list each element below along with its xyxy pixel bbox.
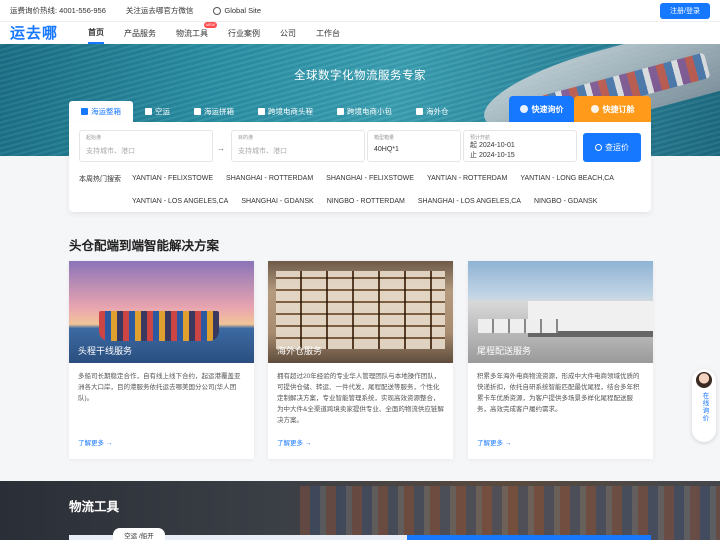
cargo-ship-image: 头程干线服务: [69, 261, 254, 363]
learn-more-link[interactable]: 了解更多 →: [78, 437, 112, 447]
card-description: 多船司长期稳定合作，自有线上线下合约，起运港覆盖亚洲各大口岸，目的港服务依托运去…: [78, 373, 241, 402]
hot-route[interactable]: NINGBO - GDANSK: [529, 196, 602, 207]
destination-port-label: 目的港: [238, 135, 254, 141]
origin-port-field[interactable]: 起始港 支持城市、港口: [79, 130, 213, 162]
tab-label: 海外仓: [426, 107, 449, 116]
card-caption: 尾程配送服务: [477, 346, 532, 356]
origin-port-label: 起始港: [86, 135, 102, 141]
nav-item-workbench[interactable]: 工作台: [316, 22, 340, 44]
container-label: 箱型箱量: [374, 135, 395, 141]
sailing-date-field[interactable]: 预计开航 起 2024-10-01 止 2024-10-15: [463, 130, 577, 162]
logo[interactable]: 运去哪: [10, 22, 58, 43]
card-description: 积累多年海外电商物流资源，形成中大件电商领域优质的快递折扣，依托自研系统智能匹配…: [477, 373, 640, 413]
online-inquiry-widget[interactable]: 在线询价: [692, 369, 716, 442]
global-site-link[interactable]: Global Site: [213, 6, 261, 15]
tab-ecommerce-parcel[interactable]: 跨境电商小包: [325, 101, 404, 122]
wechat-link[interactable]: 关注运去哪官方微信: [126, 5, 194, 16]
solution-card-last-mile[interactable]: 尾程配送服务 积累多年海外电商物流资源，形成中大件电商领域优质的快递折扣，依托自…: [468, 261, 653, 459]
solution-card-first-leg[interactable]: 头程干线服务 多船司长期稳定合作，自有线上线下合约，起运港覆盖亚洲各大口岸，目的…: [69, 261, 254, 459]
destination-port-placeholder: 支持城市、港口: [238, 148, 287, 155]
tab-label: 跨境电商小包: [347, 107, 392, 116]
logistics-tools-section: 物流工具 空运 /船开: [0, 481, 720, 540]
hot-route[interactable]: YANTIAN - LONG BEACH,CA: [515, 173, 619, 184]
tools-tab-active[interactable]: [407, 535, 651, 540]
card-caption: 海外仓服务: [277, 346, 323, 356]
tab-fcl[interactable]: 海运整箱: [69, 101, 133, 122]
hot-route[interactable]: YANTIAN - ROTTERDAM: [422, 173, 512, 184]
hot-route[interactable]: SHANGHAI - ROTTERDAM: [221, 173, 318, 184]
solution-card-warehouse[interactable]: 海外仓服务 拥有超过20年经验的专业华人管理团队与本地操作团队，可提供仓储、转运…: [268, 261, 453, 459]
globe-icon: [213, 6, 222, 15]
delivery-center-image: 尾程配送服务: [468, 261, 653, 363]
tab-ecommerce-first-leg[interactable]: 跨境电商头程: [246, 101, 325, 122]
tab-lcl[interactable]: 海运拼箱: [182, 101, 246, 122]
top-bar: 运费询价热线: 4001-556-956 关注运去哪官方微信 Global Si…: [0, 0, 720, 22]
card-caption: 头程干线服务: [78, 346, 133, 356]
new-badge: NEW: [203, 22, 218, 28]
tab-label: 跨境电商头程: [268, 107, 313, 116]
logistics-tools-title: 物流工具: [69, 500, 120, 514]
tab-air[interactable]: 空运: [133, 101, 182, 122]
hot-route[interactable]: NINGBO - ROTTERDAM: [322, 196, 410, 207]
nav-item-company[interactable]: 公司: [280, 22, 296, 44]
hero-title: 全球数字化物流服务专家: [294, 70, 426, 82]
destination-port-field[interactable]: 目的港 支持城市、港口: [231, 130, 365, 162]
nav-item-tools[interactable]: 物流工具 NEW: [176, 22, 218, 44]
trucks-image: [478, 319, 558, 333]
search-icon: [595, 144, 602, 151]
tab-label: 海运整箱: [91, 107, 121, 116]
tab-label: 空运: [155, 107, 170, 116]
search-rates-label: 查运价: [605, 143, 629, 152]
avatar: [696, 372, 712, 388]
search-rates-button[interactable]: 查运价: [583, 133, 641, 162]
nav-item-tools-label: 物流工具: [176, 28, 209, 38]
search-panel: 起始港 支持城市、港口 → 目的港 支持城市、港口 箱型箱量 40HQ*1 预计…: [69, 122, 651, 212]
tools-tab-air[interactable]: 空运 /船开: [113, 528, 165, 540]
origin-port-placeholder: 支持城市、港口: [86, 148, 135, 155]
hot-route[interactable]: SHANGHAI - LOS ANGELES,CA: [413, 196, 526, 207]
date-to: 止 2024-10-15: [470, 152, 515, 159]
hotline-text: 运费询价热线: 4001-556-956: [10, 6, 106, 15]
tab-overseas-warehouse[interactable]: 海外仓: [404, 101, 461, 122]
hot-route[interactable]: YANTIAN - LOS ANGELES,CA: [127, 196, 233, 207]
card-description: 拥有超过20年经验的专业华人管理团队与本地操作团队，可提供仓储、转运、一件代发，…: [277, 373, 444, 424]
nav-item-home[interactable]: 首页: [88, 22, 105, 44]
tab-label: 海运拼箱: [204, 107, 234, 116]
warehouse-image: 海外仓服务: [268, 261, 453, 363]
global-site-label: Global Site: [224, 6, 262, 15]
hot-routes-label: 本周热门搜索: [79, 176, 121, 183]
arrow-right-icon: →: [217, 144, 225, 153]
shelves-image: [276, 271, 445, 349]
hot-route[interactable]: SHANGHAI - GDANSK: [236, 196, 318, 207]
warehouse-icon: [416, 108, 423, 115]
container-field[interactable]: 箱型箱量 40HQ*1: [367, 130, 461, 162]
hot-route[interactable]: YANTIAN - FELIXSTOWE: [127, 173, 218, 184]
ship-icon: [81, 108, 88, 115]
date-from: 起 2024-10-01: [470, 142, 515, 149]
container-stack-image: [99, 311, 219, 341]
nav-item-products[interactable]: 产品服务: [124, 22, 156, 44]
hot-route[interactable]: SHANGHAI - FELIXSTOWE: [321, 173, 419, 184]
learn-more-link[interactable]: 了解更多 →: [477, 437, 511, 447]
container-value: 40HQ*1: [374, 146, 399, 153]
sailing-date-label: 预计开航: [470, 135, 491, 141]
plane-icon: [145, 108, 152, 115]
main-nav: 运去哪 首页 产品服务 物流工具 NEW 行业案例 公司 工作台: [0, 22, 720, 44]
hot-routes: YANTIAN - FELIXSTOWE SHANGHAI - ROTTERDA…: [127, 173, 647, 219]
learn-more-link[interactable]: 了解更多 →: [277, 437, 311, 447]
service-tabs: 海运整箱 空运 海运拼箱 跨境电商头程 跨境电商小包 海外仓: [69, 101, 651, 122]
nav-item-cases[interactable]: 行业案例: [228, 22, 260, 44]
login-register-button[interactable]: 注册/登录: [660, 3, 710, 19]
globe-icon: [258, 108, 265, 115]
box-icon: [194, 108, 201, 115]
package-icon: [337, 108, 344, 115]
solutions-title: 头仓配端到端智能解决方案: [69, 239, 220, 253]
online-inquiry-label: 在线询价: [701, 392, 708, 422]
